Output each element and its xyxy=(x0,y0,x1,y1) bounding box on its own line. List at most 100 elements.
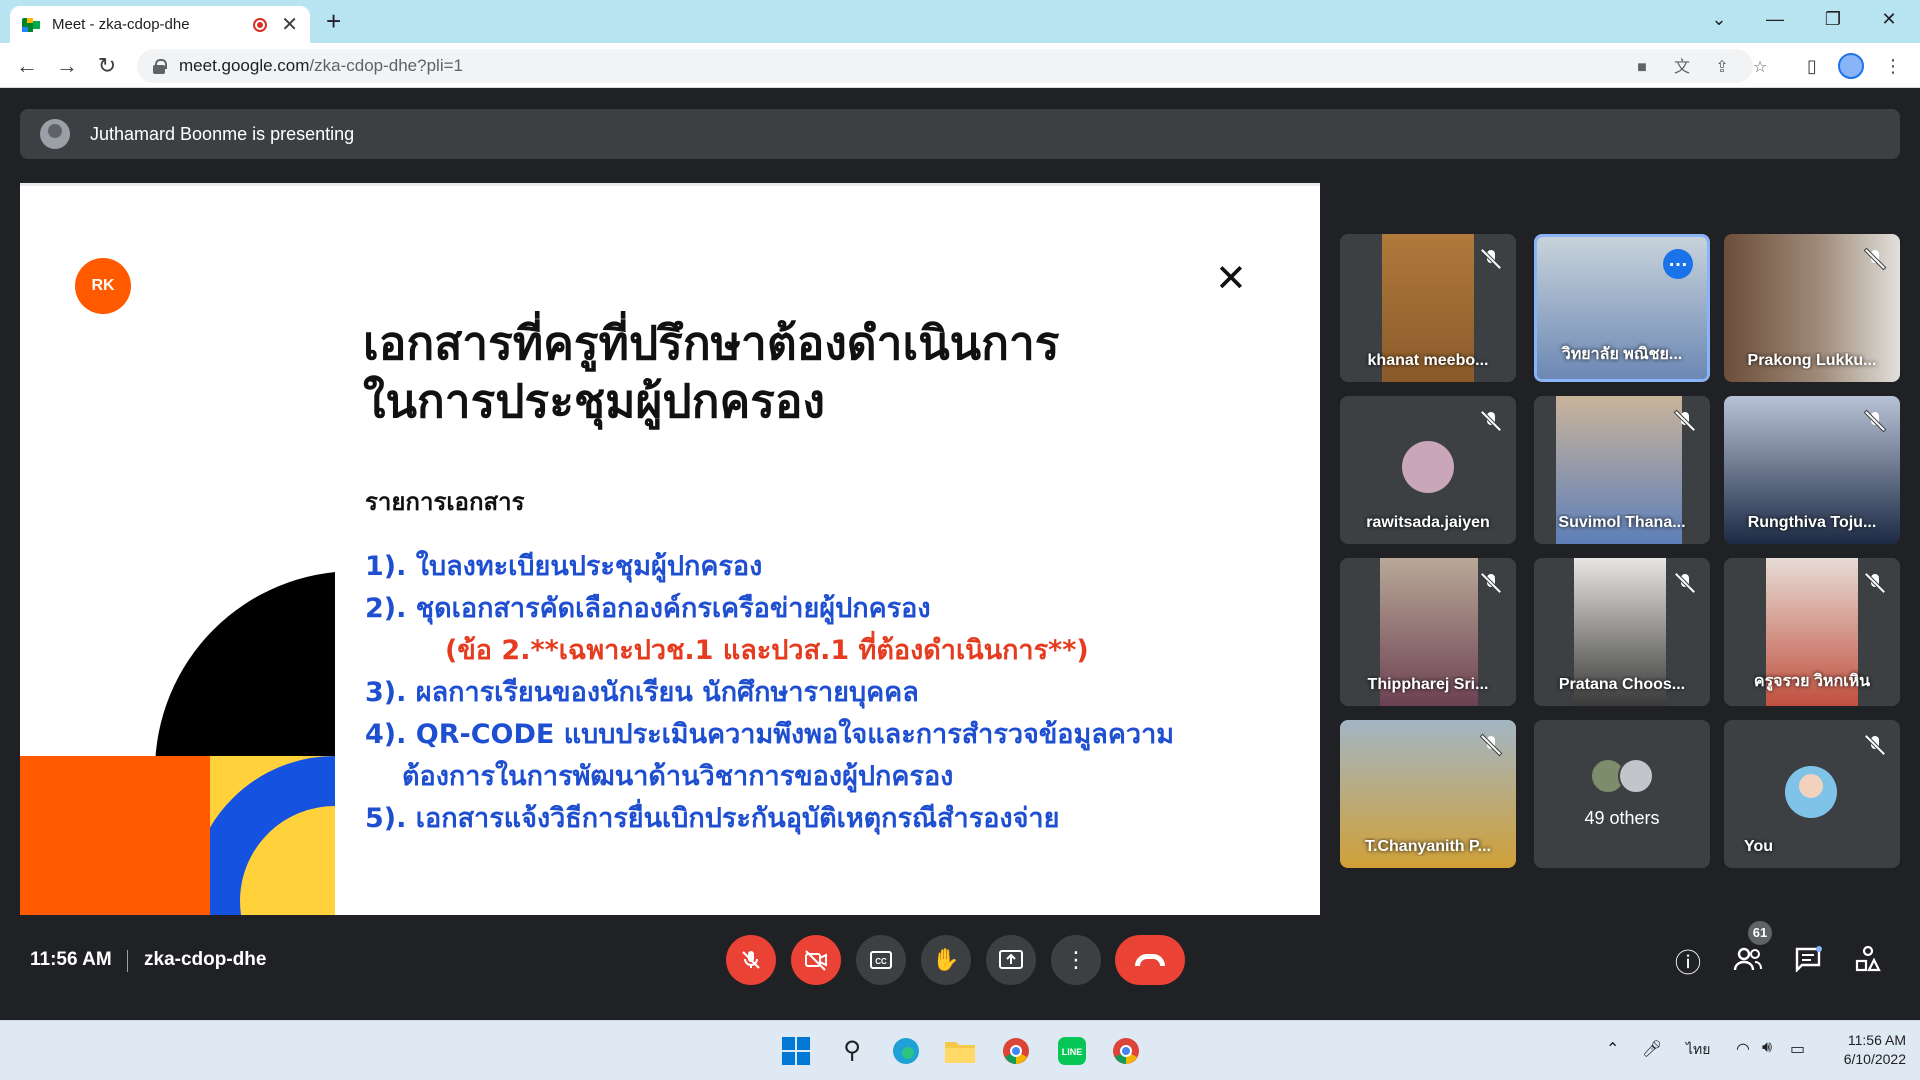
tab-title: Meet - zka-cdop-dhe xyxy=(52,16,190,33)
tab-close-icon[interactable]: ✕ xyxy=(281,12,298,37)
volume-icon[interactable]: 🔊︎ xyxy=(1762,1039,1772,1057)
forward-arrow-icon[interactable]: → xyxy=(52,51,82,81)
present-screen-icon xyxy=(999,950,1023,969)
chrome-icon[interactable] xyxy=(996,1031,1036,1071)
bookmark-star-icon[interactable]: ☆ xyxy=(1749,57,1771,79)
maximize-button[interactable]: ❐ xyxy=(1810,4,1856,34)
slide-document-list: 1). ใบลงทะเบียนประชุมผู้ปกครอง 2). ชุดเอ… xyxy=(365,546,1265,840)
participant-name: วิทยาลัย พณิชย... xyxy=(1561,346,1683,363)
reload-icon[interactable]: ↻ xyxy=(92,51,122,81)
tab-search-chevron-icon[interactable]: ⌄ xyxy=(1696,4,1742,34)
participant-name: Rungthiva Toju... xyxy=(1747,514,1877,531)
mic-off-icon xyxy=(1864,410,1886,432)
more-options-icon[interactable]: … xyxy=(1663,249,1693,279)
participant-name: Suvimol Thana... xyxy=(1558,514,1686,531)
participant-tile[interactable]: Pratana Choos... xyxy=(1534,558,1710,706)
people-icon[interactable] xyxy=(1730,945,1766,981)
closed-captions-icon: CC xyxy=(870,951,892,969)
browser-toolbar: ← → ↻ meet.google.com/zka-cdop-dhe?pli=1… xyxy=(0,43,1920,88)
raise-hand-button[interactable]: ✋ xyxy=(921,935,971,985)
participant-tile[interactable]: T.Chanyanith P... xyxy=(1340,720,1516,868)
microphone-tray-icon[interactable]: 🎤︎ xyxy=(1642,1039,1662,1059)
chat-icon[interactable] xyxy=(1790,945,1826,981)
windows-taskbar: ⚲ LINE ⌃ 🎤︎ ไทย ◠ 🔊︎ ▭ 11:56 AM 6/10/202… xyxy=(0,1020,1920,1080)
participant-tile[interactable]: Suvimol Thana... xyxy=(1534,396,1710,544)
participant-tile[interactable]: rawitsada.jaiyen xyxy=(1340,396,1516,544)
self-name: You xyxy=(1744,838,1774,855)
slide-close-icon: ✕ xyxy=(1215,258,1247,300)
show-hidden-icons-chevron-icon[interactable]: ⌃ xyxy=(1606,1039,1619,1059)
list-item: 4). QR-CODE แบบประเมินความพึงพอใจและการส… xyxy=(365,719,1175,750)
minimize-button[interactable]: — xyxy=(1752,4,1798,34)
participant-name: Pratana Choos... xyxy=(1558,676,1686,693)
translate-icon[interactable]: 文 xyxy=(1671,57,1693,79)
slide-rk-badge: RK xyxy=(75,258,131,314)
camera-toggle-button[interactable] xyxy=(791,935,841,985)
profile-avatar[interactable] xyxy=(1838,53,1864,79)
mic-off-icon xyxy=(742,951,760,969)
lock-icon[interactable] xyxy=(153,59,167,74)
more-options-button[interactable]: ⋮ xyxy=(1051,935,1101,985)
list-item: 3). ผลการเรียนของนักเรียน นักศึกษารายบุค… xyxy=(365,677,919,708)
tab-meet[interactable]: Meet - zka-cdop-dhe ✕ xyxy=(10,6,310,43)
participant-name: ครูจรวย วิหกเหิน xyxy=(1753,673,1871,690)
edge-icon[interactable] xyxy=(886,1031,926,1071)
back-arrow-icon[interactable]: ← xyxy=(12,51,42,81)
hand-icon: ✋ xyxy=(932,947,960,972)
self-tile[interactable]: You xyxy=(1724,720,1900,868)
slide-deco-blue-ring xyxy=(210,756,335,915)
slide-subtitle: รายการเอกสาร xyxy=(365,488,525,516)
share-icon[interactable]: ⇪ xyxy=(1711,57,1733,79)
recording-indicator-icon xyxy=(253,17,268,32)
meeting-code: zka-cdop-dhe xyxy=(144,949,267,970)
others-count: 49 others xyxy=(1584,808,1660,828)
meeting-details-icon[interactable]: ⓘ xyxy=(1670,945,1706,981)
address-bar[interactable]: meet.google.com/zka-cdop-dhe?pli=1 ■ 文 ⇪… xyxy=(137,49,1767,83)
participant-tile[interactable]: ครูจรวย วิหกเหิน xyxy=(1724,558,1900,706)
others-tile[interactable]: 49 others xyxy=(1534,720,1710,868)
list-item-note: (ข้อ 2.**เฉพาะปวช.1 และปวส.1 ที่ต้องดำเน… xyxy=(445,635,1089,666)
meet-main: Juthamard Boonme is presenting RK ✕ เอกส… xyxy=(0,89,1920,1020)
side-panel-icon[interactable]: ▯ xyxy=(1799,53,1825,79)
presenting-banner: Juthamard Boonme is presenting xyxy=(20,109,1900,159)
input-language[interactable]: ไทย xyxy=(1686,1039,1710,1061)
list-item: 5). เอกสารแจ้งวิธีการยื่นเบิกประกันอุบัต… xyxy=(365,803,1060,834)
divider xyxy=(127,950,128,972)
camera-off-icon xyxy=(805,950,827,971)
line-app-icon[interactable]: LINE xyxy=(1052,1031,1092,1071)
search-icon[interactable]: ⚲ xyxy=(832,1031,872,1071)
mic-off-icon xyxy=(1864,248,1886,270)
system-clock[interactable]: 11:56 AM 6/10/2022 xyxy=(1826,1031,1906,1069)
meet-favicon-icon xyxy=(22,17,40,32)
list-item-continuation: ต้องการในการพัฒนาด้านวิชาการของผู้ปกครอง xyxy=(402,761,954,792)
participant-tile[interactable]: Thippharej Sri... xyxy=(1340,558,1516,706)
captions-button[interactable]: CC xyxy=(856,935,906,985)
new-tab-button[interactable]: + xyxy=(326,6,341,36)
present-now-button[interactable] xyxy=(986,935,1036,985)
wifi-icon[interactable]: ◠ xyxy=(1736,1039,1750,1059)
slide-title: เอกสารที่ครูที่ปรึกษาต้องดำเนินการ ในการ… xyxy=(363,316,1060,428)
mic-off-icon xyxy=(1674,410,1696,432)
people-count-badge: 61 xyxy=(1748,921,1772,945)
participant-tile[interactable]: khanat meebo... xyxy=(1340,234,1516,382)
more-vertical-icon: ⋮ xyxy=(1065,947,1087,972)
microphone-toggle-button[interactable] xyxy=(726,935,776,985)
participant-avatar xyxy=(1402,441,1454,493)
close-window-button[interactable]: ✕ xyxy=(1866,4,1912,34)
battery-icon[interactable]: ▭ xyxy=(1790,1039,1805,1059)
camera-in-use-icon[interactable]: ■ xyxy=(1631,57,1653,79)
menu-kebab-icon[interactable]: ⋮ xyxy=(1880,53,1906,79)
file-explorer-icon[interactable] xyxy=(940,1031,980,1071)
activities-icon[interactable] xyxy=(1850,945,1886,981)
participant-name: Prakong Lukku... xyxy=(1747,352,1877,369)
participant-tile-active[interactable]: … วิทยาลัย พณิชย... xyxy=(1534,234,1710,382)
leave-call-button[interactable] xyxy=(1115,935,1185,985)
windows-start-icon[interactable] xyxy=(776,1031,816,1071)
meeting-time: 11:56 AM xyxy=(30,949,112,970)
participant-name: T.Chanyanith P... xyxy=(1365,838,1491,855)
mic-off-icon xyxy=(1480,734,1502,756)
slide-deco-yellow-shape xyxy=(210,756,335,915)
participant-tile[interactable]: Prakong Lukku... xyxy=(1724,234,1900,382)
chrome-active-icon[interactable] xyxy=(1106,1031,1146,1071)
participant-tile[interactable]: Rungthiva Toju... xyxy=(1724,396,1900,544)
